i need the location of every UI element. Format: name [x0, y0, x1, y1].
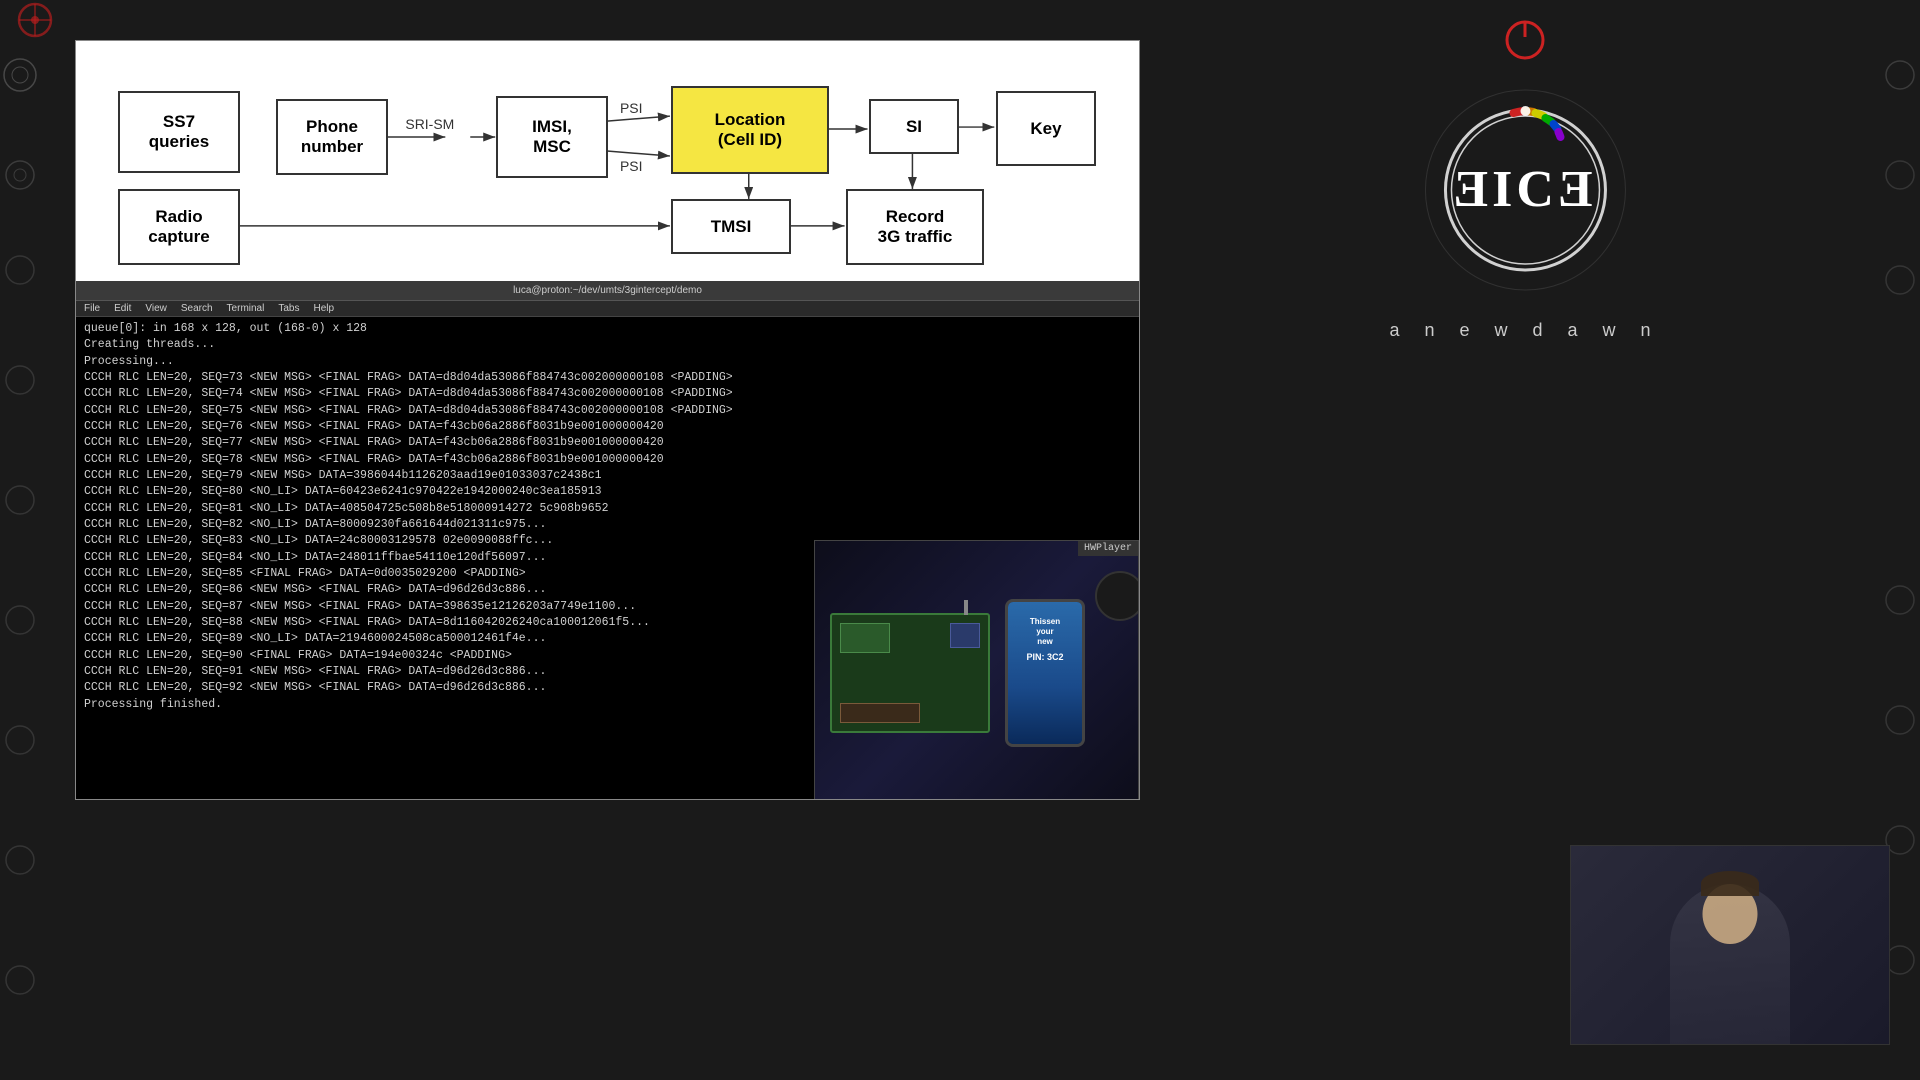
eice-logo-area: ƎICƎ a n e w d a w n: [1389, 80, 1660, 341]
box-radio: Radio capture: [118, 189, 240, 265]
terminal-line: CCCH RLC LEN=20, SEQ=82 <NO_LI> DATA=800…: [84, 517, 1131, 533]
left-decor-svg: [0, 0, 80, 1080]
terminal-line: Creating threads...: [84, 337, 1131, 353]
phone-text-1: Thissen: [1026, 617, 1063, 627]
phone-text-4: PIN: 3C2: [1026, 652, 1063, 664]
box-imsi: IMSI, MSC: [496, 96, 608, 178]
menu-help[interactable]: Help: [313, 303, 334, 314]
speaker-video-container: [1570, 845, 1890, 1045]
phone-text-2: your: [1026, 627, 1063, 637]
slide-container: SS7 queries Phone number Radio capture I…: [75, 40, 1140, 800]
terminal-titlebar: luca@proton:~/dev/umts/3gintercept/demo: [76, 281, 1139, 301]
terminal-menubar: File Edit View Search Terminal Tabs Help: [76, 301, 1139, 317]
hwplayer-label: HWPlayer: [1078, 541, 1138, 556]
right-panel: ƎICƎ a n e w d a w n: [1130, 0, 1920, 1080]
box-phone: Phone number: [276, 99, 388, 175]
menu-terminal[interactable]: Terminal: [227, 303, 265, 314]
terminal-line: CCCH RLC LEN=20, SEQ=75 <NEW MSG> <FINAL…: [84, 403, 1131, 419]
power-icon: [1500, 15, 1550, 65]
terminal-container: luca@proton:~/dev/umts/3gintercept/demo …: [76, 281, 1139, 800]
top-power-area: [1500, 15, 1550, 65]
hardware-board-bg: Thissen your new PIN: 3C2: [815, 541, 1138, 800]
terminal-line: CCCH RLC LEN=20, SEQ=77 <NEW MSG> <FINAL…: [84, 435, 1131, 451]
menu-search[interactable]: Search: [181, 303, 213, 314]
box-location: Location (Cell ID): [671, 86, 829, 174]
box-key: Key: [996, 91, 1096, 166]
terminal-line: CCCH RLC LEN=20, SEQ=79 <NEW MSG> DATA=3…: [84, 468, 1131, 484]
box-ss7: SS7 queries: [118, 91, 240, 173]
terminal-line: CCCH RLC LEN=20, SEQ=81 <NO_LI> DATA=408…: [84, 501, 1131, 517]
speaker-video-bg: [1571, 846, 1889, 1044]
eice-subtitle: a n e w d a w n: [1389, 320, 1660, 341]
diagram-area: SS7 queries Phone number Radio capture I…: [76, 41, 1139, 281]
terminal-line: CCCH RLC LEN=20, SEQ=74 <NEW MSG> <FINAL…: [84, 386, 1131, 402]
eice-logo-text: ƎICƎ: [1453, 164, 1596, 216]
terminal-line: CCCH RLC LEN=20, SEQ=78 <NEW MSG> <FINAL…: [84, 452, 1131, 468]
menu-tabs[interactable]: Tabs: [278, 303, 299, 314]
phone-device: Thissen your new PIN: 3C2: [1005, 599, 1085, 747]
svg-text:SRI-SM: SRI-SM: [405, 116, 454, 132]
terminal-line: Processing...: [84, 354, 1131, 370]
menu-file[interactable]: File: [84, 303, 100, 314]
hardware-overlay: HWPlayer Thissen: [814, 540, 1139, 800]
circuit-board: [830, 613, 990, 733]
terminal-line: CCCH RLC LEN=20, SEQ=80 <NO_LI> DATA=604…: [84, 484, 1131, 500]
menu-edit[interactable]: Edit: [114, 303, 131, 314]
phone-text-3: new: [1026, 637, 1063, 647]
svg-text:PSI: PSI: [620, 158, 643, 174]
box-si: SI: [869, 99, 959, 154]
terminal-line: CCCH RLC LEN=20, SEQ=73 <NEW MSG> <FINAL…: [84, 370, 1131, 386]
svg-text:PSI: PSI: [620, 100, 643, 116]
terminal-line: CCCH RLC LEN=20, SEQ=76 <NEW MSG> <FINAL…: [84, 419, 1131, 435]
box-record: Record 3G traffic: [846, 189, 984, 265]
terminal-line: queue[0]: in 168 x 128, out (168-0) x 12…: [84, 321, 1131, 337]
box-tmsi: TMSI: [671, 199, 791, 254]
menu-view[interactable]: View: [145, 303, 167, 314]
logo-ring-container: ƎICƎ: [1415, 80, 1635, 300]
eice-brand-text: ƎICƎ: [1453, 164, 1596, 216]
